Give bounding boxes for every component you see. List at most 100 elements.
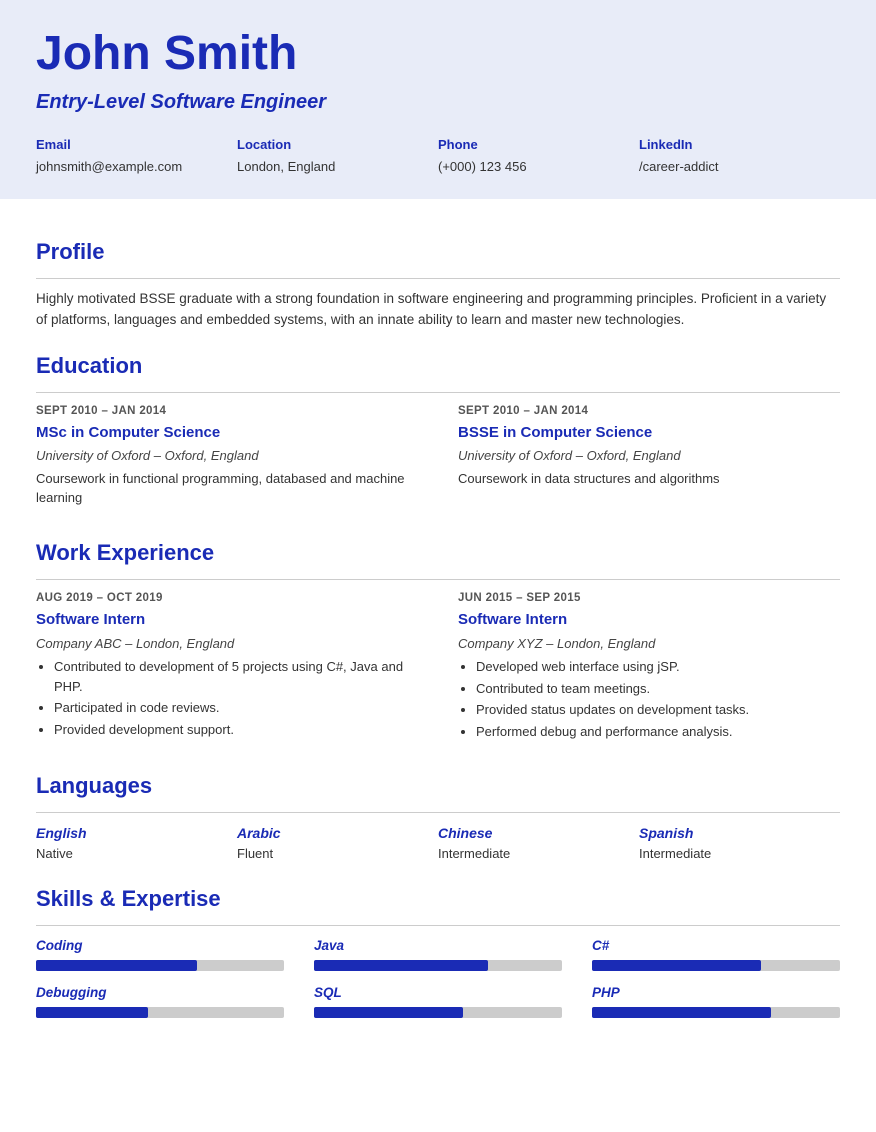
linkedin-value: /career-addict xyxy=(639,157,840,177)
skill-name-csharp: C# xyxy=(592,936,840,956)
work-list-1: Developed web interface using jSP. Contr… xyxy=(458,657,840,741)
location-label: Location xyxy=(237,135,438,155)
skill-name-coding: Coding xyxy=(36,936,284,956)
skill-fill-coding xyxy=(36,960,197,971)
education-item-1: SEPT 2010 – JAN 2014 BSSE in Computer Sc… xyxy=(458,403,840,489)
languages-grid: English Native Arabic Fluent Chinese Int… xyxy=(36,823,840,864)
lang-arabic: Arabic Fluent xyxy=(237,823,438,864)
edu-date-0: SEPT 2010 – JAN 2014 xyxy=(36,403,418,420)
languages-title: Languages xyxy=(36,769,840,802)
list-item: Developed web interface using jSP. xyxy=(476,657,840,677)
work-item-1: JUN 2015 – SEP 2015 Software Intern Comp… xyxy=(458,590,840,741)
work-company-0: Company ABC – London, England xyxy=(36,634,418,654)
education-section: Education SEPT 2010 – JAN 2014 MSc in Co… xyxy=(36,349,840,518)
education-title: Education xyxy=(36,349,840,382)
lang-name-arabic: Arabic xyxy=(237,823,438,844)
edu-date-1: SEPT 2010 – JAN 2014 xyxy=(458,403,840,420)
work-col-right: JUN 2015 – SEP 2015 Software Intern Comp… xyxy=(458,590,840,751)
contact-row: Email johnsmith@example.com Location Lon… xyxy=(36,135,840,177)
job-title: Entry-Level Software Engineer xyxy=(36,87,840,117)
skill-bar-csharp xyxy=(592,960,840,971)
work-item-0: AUG 2019 – OCT 2019 Software Intern Comp… xyxy=(36,590,418,739)
skill-col-2: Java SQL xyxy=(314,936,562,1031)
work-columns: AUG 2019 – OCT 2019 Software Intern Comp… xyxy=(36,590,840,751)
list-item: Contributed to development of 5 projects… xyxy=(54,657,418,696)
list-item: Participated in code reviews. xyxy=(54,698,418,718)
skill-col-3: C# PHP xyxy=(592,936,840,1031)
education-divider xyxy=(36,392,840,393)
phone-label: Phone xyxy=(438,135,639,155)
skills-title: Skills & Expertise xyxy=(36,882,840,915)
edu-degree-1: BSSE in Computer Science xyxy=(458,422,840,445)
contact-linkedin: LinkedIn /career-addict xyxy=(639,135,840,177)
skill-bar-java xyxy=(314,960,562,971)
profile-title: Profile xyxy=(36,235,840,268)
name: John Smith xyxy=(36,28,840,81)
skills-grid: Coding Debugging Java SQL xyxy=(36,936,840,1031)
lang-level-spanish: Intermediate xyxy=(639,844,840,864)
lang-level-chinese: Intermediate xyxy=(438,844,639,864)
list-item: Performed debug and performance analysis… xyxy=(476,722,840,742)
edu-institution-1: University of Oxford – Oxford, England xyxy=(458,446,840,466)
work-date-1: JUN 2015 – SEP 2015 xyxy=(458,590,840,607)
edu-desc-0: Coursework in functional programming, da… xyxy=(36,469,418,508)
list-item: Contributed to team meetings. xyxy=(476,679,840,699)
work-divider xyxy=(36,579,840,580)
skill-bar-debugging xyxy=(36,1007,284,1018)
lang-english: English Native xyxy=(36,823,237,864)
skill-fill-sql xyxy=(314,1007,463,1018)
edu-desc-1: Coursework in data structures and algori… xyxy=(458,469,840,489)
skill-fill-java xyxy=(314,960,488,971)
languages-divider xyxy=(36,812,840,813)
profile-text: Highly motivated BSSE graduate with a st… xyxy=(36,289,840,331)
work-job-title-0: Software Intern xyxy=(36,609,418,632)
resume-container: John Smith Entry-Level Software Engineer… xyxy=(0,0,876,1132)
work-col-left: AUG 2019 – OCT 2019 Software Intern Comp… xyxy=(36,590,418,751)
skill-name-php: PHP xyxy=(592,983,840,1003)
skill-col-1: Coding Debugging xyxy=(36,936,284,1031)
work-date-0: AUG 2019 – OCT 2019 xyxy=(36,590,418,607)
contact-location: Location London, England xyxy=(237,135,438,177)
lang-level-english: Native xyxy=(36,844,237,864)
linkedin-label: LinkedIn xyxy=(639,135,840,155)
profile-divider xyxy=(36,278,840,279)
lang-name-spanish: Spanish xyxy=(639,823,840,844)
lang-level-arabic: Fluent xyxy=(237,844,438,864)
work-list-0: Contributed to development of 5 projects… xyxy=(36,657,418,739)
edu-institution-0: University of Oxford – Oxford, England xyxy=(36,446,418,466)
skills-divider xyxy=(36,925,840,926)
lang-spanish: Spanish Intermediate xyxy=(639,823,840,864)
languages-section: Languages English Native Arabic Fluent C… xyxy=(36,769,840,864)
edu-degree-0: MSc in Computer Science xyxy=(36,422,418,445)
skill-bar-php xyxy=(592,1007,840,1018)
skill-bar-sql xyxy=(314,1007,562,1018)
lang-name-chinese: Chinese xyxy=(438,823,639,844)
skill-bar-coding xyxy=(36,960,284,971)
work-title: Work Experience xyxy=(36,536,840,569)
lang-chinese: Chinese Intermediate xyxy=(438,823,639,864)
list-item: Provided status updates on development t… xyxy=(476,700,840,720)
work-company-1: Company XYZ – London, England xyxy=(458,634,840,654)
phone-value: (+000) 123 456 xyxy=(438,157,639,177)
main-content: Profile Highly motivated BSSE graduate w… xyxy=(0,199,876,1066)
work-job-title-1: Software Intern xyxy=(458,609,840,632)
skill-name-sql: SQL xyxy=(314,983,562,1003)
contact-email: Email johnsmith@example.com xyxy=(36,135,237,177)
work-section: Work Experience AUG 2019 – OCT 2019 Soft… xyxy=(36,536,840,751)
profile-section: Profile Highly motivated BSSE graduate w… xyxy=(36,235,840,331)
location-value: London, England xyxy=(237,157,438,177)
skill-fill-debugging xyxy=(36,1007,148,1018)
education-columns: SEPT 2010 – JAN 2014 MSc in Computer Sci… xyxy=(36,403,840,518)
skill-name-debugging: Debugging xyxy=(36,983,284,1003)
education-col-right: SEPT 2010 – JAN 2014 BSSE in Computer Sc… xyxy=(458,403,840,518)
education-col-left: SEPT 2010 – JAN 2014 MSc in Computer Sci… xyxy=(36,403,418,518)
skill-name-java: Java xyxy=(314,936,562,956)
list-item: Provided development support. xyxy=(54,720,418,740)
education-item-0: SEPT 2010 – JAN 2014 MSc in Computer Sci… xyxy=(36,403,418,508)
lang-name-english: English xyxy=(36,823,237,844)
skill-fill-php xyxy=(592,1007,771,1018)
skill-fill-csharp xyxy=(592,960,761,971)
header-section: John Smith Entry-Level Software Engineer… xyxy=(0,0,876,199)
email-value: johnsmith@example.com xyxy=(36,157,237,177)
email-label: Email xyxy=(36,135,237,155)
